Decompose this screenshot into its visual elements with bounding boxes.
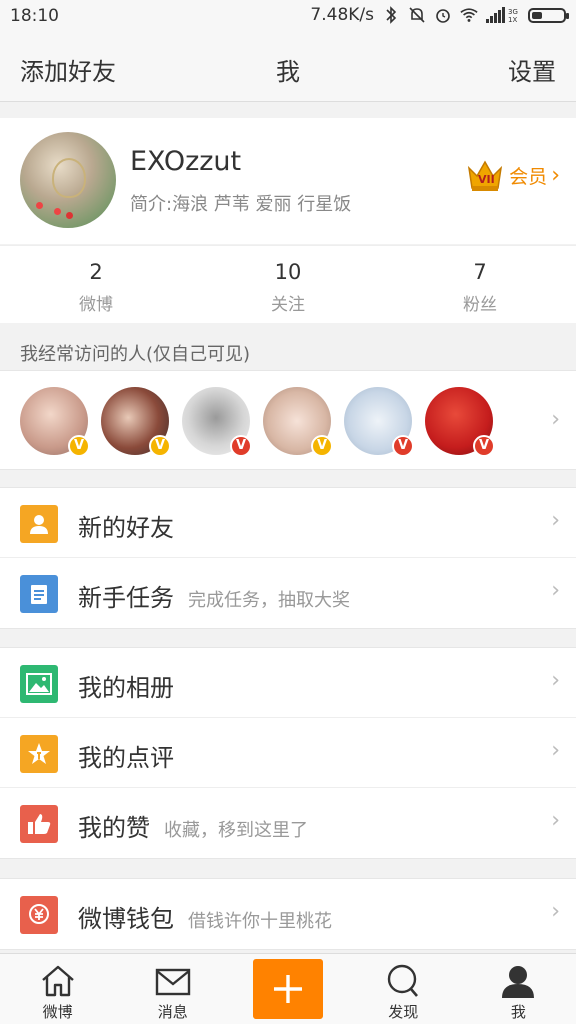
- menu-item-my-album[interactable]: 我的相册 ›: [0, 648, 576, 718]
- frequent-visitors-title: 我经常访问的人(仅自己可见): [20, 344, 251, 365]
- stat-weibo[interactable]: 2 微博: [0, 246, 192, 323]
- page-title: 我: [276, 58, 300, 86]
- stat-label: 粉丝: [463, 295, 497, 315]
- visitor-avatar[interactable]: V: [101, 387, 171, 457]
- visitor-avatar[interactable]: V: [344, 387, 414, 457]
- tab-discover[interactable]: 发现: [346, 954, 461, 1024]
- visitor-avatar[interactable]: V: [182, 387, 252, 457]
- photo-icon: [20, 665, 58, 703]
- thumb-icon: [20, 805, 58, 843]
- profile-card[interactable]: EXOzzut 简介:海浪 芦苇 爱丽 行星饭 VII 会员 ›: [0, 118, 576, 244]
- menu-group-content: 我的相册 › 我的点评 › 我的赞 收藏，移到这里了 ›: [0, 647, 576, 859]
- stat-label: 微博: [79, 295, 113, 315]
- settings-button[interactable]: 设置: [508, 52, 556, 87]
- tab-label: 我: [510, 1003, 526, 1021]
- compose-button[interactable]: [253, 959, 323, 1019]
- verified-badge-icon: V: [311, 435, 333, 457]
- plus-icon: [274, 975, 302, 1003]
- stat-label: 关注: [271, 295, 305, 315]
- profile-icon: [502, 966, 535, 998]
- menu-item-label: 微博钱包: [78, 905, 174, 933]
- visitor-avatar[interactable]: V: [20, 387, 90, 457]
- mute-icon: [408, 6, 426, 24]
- menu-item-label: 我的点评: [78, 744, 174, 772]
- menu-item-label: 我的相册: [78, 674, 174, 702]
- tab-weibo[interactable]: 微博: [0, 954, 115, 1024]
- verified-badge-icon: V: [473, 435, 495, 457]
- home-icon: [41, 965, 74, 997]
- alarm-icon: [434, 6, 452, 24]
- chevron-right-icon: ›: [551, 508, 560, 533]
- menu-item-newbie-tasks[interactable]: 新手任务 完成任务，抽取大奖 ›: [0, 558, 576, 628]
- verified-badge-icon: V: [392, 435, 414, 457]
- vip-label: 会员: [509, 165, 548, 188]
- menu-item-subtitle: 收藏，移到这里了: [164, 820, 308, 841]
- menu-item-label: 新的好友: [78, 514, 174, 542]
- svg-text:1X: 1X: [508, 16, 517, 23]
- status-time: 18:10: [10, 6, 59, 26]
- verified-badge-icon: V: [230, 435, 252, 457]
- signal-icon: 3G 1X: [486, 6, 520, 24]
- star-icon: [20, 735, 58, 773]
- stat-followers[interactable]: 7 粉丝: [384, 246, 576, 323]
- tab-messages[interactable]: 消息: [115, 954, 230, 1024]
- chevron-right-icon: ›: [551, 808, 560, 833]
- person-icon: [20, 505, 58, 543]
- stat-following[interactable]: 10 关注: [192, 246, 384, 323]
- mail-icon: [155, 968, 190, 996]
- tab-me[interactable]: 我: [461, 954, 576, 1024]
- bottom-tab-bar: 微博 消息 发现 我: [0, 953, 576, 1024]
- visitor-avatar[interactable]: V: [425, 387, 495, 457]
- tab-label: 消息: [157, 1003, 188, 1021]
- chevron-right-icon: ›: [551, 668, 560, 693]
- status-bar: 18:10 7.48K/s 3G 1X: [0, 0, 576, 34]
- bluetooth-icon: [382, 6, 400, 24]
- stat-count: 10: [274, 260, 302, 284]
- menu-item-subtitle: 借钱许你十里桃花: [188, 911, 332, 932]
- chevron-right-icon: ›: [551, 899, 560, 924]
- menu-item-my-reviews[interactable]: 我的点评 ›: [0, 718, 576, 788]
- menu-item-new-friends[interactable]: 新的好友 ›: [0, 488, 576, 558]
- username: EXOzzut: [130, 146, 242, 177]
- tab-label: 发现: [388, 1003, 419, 1021]
- stat-count: 2: [89, 260, 103, 284]
- add-friend-button[interactable]: 添加好友: [20, 52, 116, 87]
- frequent-visitors-row[interactable]: V V V V V V ›: [0, 370, 576, 470]
- battery-icon: [528, 7, 569, 23]
- wallet-icon: [20, 896, 58, 934]
- verified-badge-icon: V: [68, 435, 90, 457]
- vip-crown-icon: VII: [468, 160, 503, 191]
- menu-group-wallet: 微博钱包 借钱许你十里桃花 ›: [0, 878, 576, 950]
- visitor-avatar[interactable]: V: [263, 387, 333, 457]
- menu-group-friends: 新的好友 › 新手任务 完成任务，抽取大奖 ›: [0, 487, 576, 629]
- menu-item-my-likes[interactable]: 我的赞 收藏，移到这里了 ›: [0, 788, 576, 858]
- profile-intro: 简介:海浪 芦苇 爱丽 行星饭: [130, 194, 352, 215]
- menu-item-weibo-wallet[interactable]: 微博钱包 借钱许你十里桃花 ›: [0, 879, 576, 949]
- network-speed: 7.48K/s: [310, 5, 374, 25]
- chevron-right-icon: ›: [551, 162, 560, 188]
- vip-member-button[interactable]: VII 会员 ›: [465, 156, 560, 194]
- menu-item-label: 我的赞: [78, 814, 150, 842]
- top-nav-bar: 添加好友 我 设置: [0, 34, 576, 102]
- task-icon: [20, 575, 58, 613]
- tab-label: 微博: [42, 1003, 73, 1021]
- avatar[interactable]: [20, 132, 116, 228]
- chevron-right-icon: ›: [551, 578, 560, 603]
- stats-bar: 2 微博 10 关注 7 粉丝: [0, 245, 576, 323]
- svg-text:3G: 3G: [508, 8, 518, 16]
- menu-item-subtitle: 完成任务，抽取大奖: [188, 590, 350, 611]
- menu-item-label: 新手任务: [78, 584, 174, 612]
- search-icon: [388, 964, 419, 997]
- svg-text:VII: VII: [478, 173, 495, 186]
- wifi-icon: [460, 6, 478, 24]
- verified-badge-icon: V: [149, 435, 171, 457]
- stat-count: 7: [473, 260, 487, 284]
- chevron-right-icon: ›: [551, 738, 560, 763]
- tab-compose[interactable]: [230, 954, 345, 1024]
- chevron-right-icon: ›: [551, 407, 560, 432]
